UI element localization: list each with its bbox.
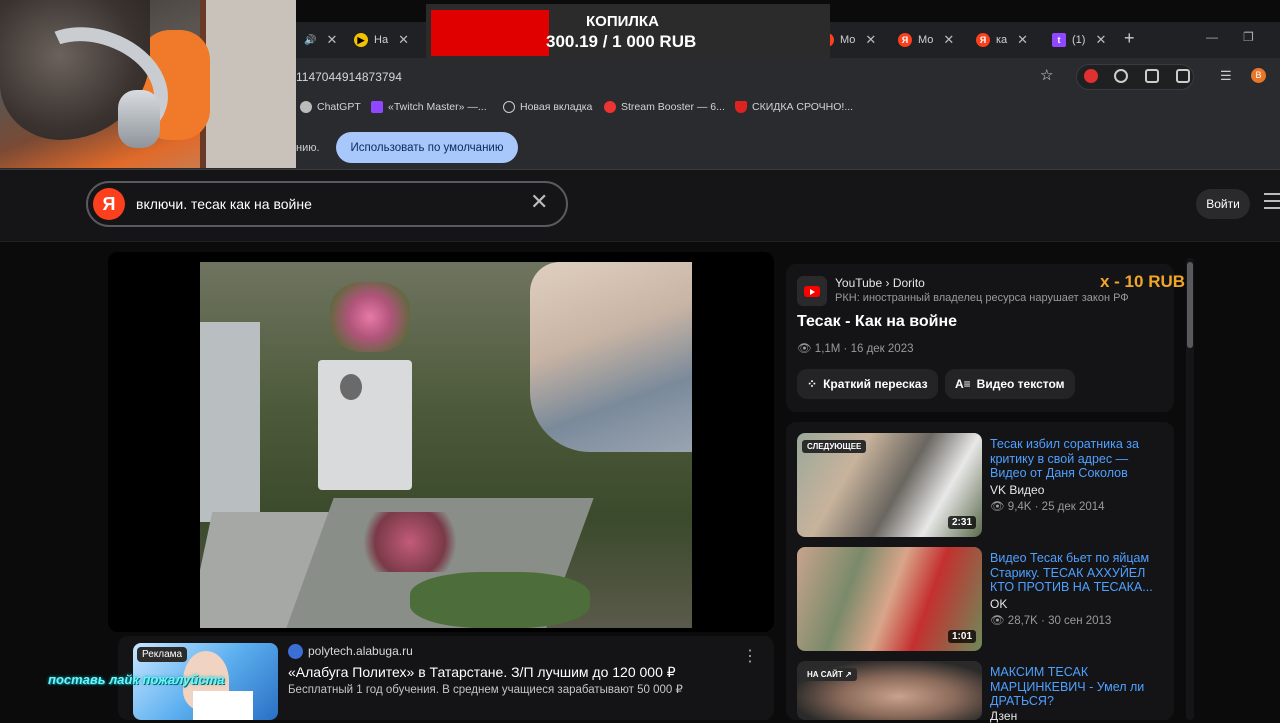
- close-icon[interactable]: ✕: [1095, 32, 1106, 48]
- extensions-puzzle-icon[interactable]: [1176, 69, 1190, 83]
- goal-progress-bar: [431, 10, 549, 56]
- bookmark-twitch-master[interactable]: «Twitch Master» —...: [371, 101, 487, 113]
- tab-label: Мо: [840, 34, 856, 46]
- video-frame[interactable]: [200, 262, 692, 628]
- close-icon[interactable]: ✕: [865, 32, 876, 48]
- yandex-icon: Я: [898, 33, 912, 47]
- more-options-icon[interactable]: ⋮: [742, 646, 758, 666]
- ad-domain[interactable]: polytech.alabuga.ru: [308, 644, 413, 658]
- video-meta: 👁 1,1M · 16 дек 2023: [797, 343, 914, 355]
- reading-list-icon[interactable]: ☰: [1220, 68, 1232, 84]
- profile-avatar[interactable]: B: [1251, 68, 1266, 83]
- related-meta: 👁 9,4K · 25 дек 2014: [990, 501, 1105, 513]
- set-default-button[interactable]: Использовать по умолчанию: [336, 132, 518, 163]
- headphone-cup: [118, 90, 160, 148]
- close-icon[interactable]: ✕: [326, 32, 337, 48]
- tab-audio[interactable]: 🔊 ✕: [298, 26, 343, 54]
- yandex-logo-icon[interactable]: Я: [93, 188, 125, 220]
- related-source: VK Видео: [990, 483, 1045, 497]
- tab-1[interactable]: ▶ На ✕: [348, 26, 415, 54]
- related-title[interactable]: Видео Тесак бьет по яйцам Старику. ТЕСАК…: [990, 551, 1160, 595]
- scene-headstone-left: [200, 322, 260, 522]
- youtube-icon: [797, 276, 827, 306]
- cam-door: [200, 0, 296, 168]
- webcam-overlay: [0, 0, 296, 168]
- tab-label: ка: [996, 34, 1008, 46]
- bookmark-new-tab[interactable]: Новая вкладка: [503, 101, 592, 113]
- duration-badge: 1:01: [948, 630, 977, 643]
- shield-icon: [735, 101, 747, 113]
- tab-6[interactable]: t (1) ✕: [1046, 26, 1112, 54]
- related-meta: 👁 28,7K · 30 сен 2013: [990, 615, 1112, 627]
- scene-grass: [410, 572, 590, 628]
- video-title[interactable]: Тесак - Как на войне: [797, 313, 957, 331]
- bookmark-discount[interactable]: СКИДКА СРОЧНО!...: [735, 101, 853, 113]
- tab-4[interactable]: Я Мо ✕: [892, 26, 960, 54]
- scene-person: [530, 262, 692, 452]
- ad-label: Реклама: [137, 647, 188, 662]
- bookmark-chatgpt[interactable]: ChatGPT: [300, 101, 361, 113]
- speaker-icon: 🔊: [304, 34, 317, 46]
- new-tab-button[interactable]: +: [1124, 28, 1135, 49]
- scene-portrait: [340, 374, 362, 400]
- goal-title: КОПИЛКА: [586, 13, 659, 30]
- related-title[interactable]: МАКСИМ ТЕСАК МАРЦИНКЕВИЧ - Умел ли ДРАТЬ…: [990, 665, 1160, 709]
- close-icon[interactable]: ✕: [398, 32, 409, 48]
- duration-badge: 2:31: [948, 516, 977, 529]
- tab-5[interactable]: Я ка ✕: [970, 26, 1034, 54]
- summary-chip[interactable]: ⁘ Краткий пересказ: [797, 369, 938, 399]
- close-icon[interactable]: ✕: [1017, 32, 1028, 48]
- site-icon: [288, 644, 303, 659]
- tab-label: На: [374, 34, 389, 46]
- clear-search-icon[interactable]: ✕: [530, 189, 548, 215]
- url-field[interactable]: 1147044914873794: [296, 70, 402, 84]
- play-icon: ▶: [354, 33, 368, 47]
- ad-shirt: [193, 691, 253, 720]
- scene-grave-flowers: [360, 512, 460, 572]
- next-badge: СЛЕДУЮЩЕЕ: [802, 440, 867, 453]
- login-button[interactable]: Войти: [1196, 189, 1250, 219]
- close-icon[interactable]: ✕: [943, 32, 954, 48]
- rkn-warning: РКН: иностранный владелец ресурса наруша…: [835, 292, 1129, 304]
- to-site-badge[interactable]: НА САЙТ ↗: [802, 668, 857, 681]
- chatgpt-icon: [300, 101, 312, 113]
- extension-edit-icon[interactable]: [1145, 69, 1159, 83]
- minimize-button[interactable]: —: [1206, 30, 1218, 44]
- tab-label: Мо: [918, 34, 934, 46]
- bookmark-stream-booster[interactable]: Stream Booster — 6...: [604, 101, 725, 113]
- views-icon: 👁: [990, 501, 1008, 513]
- infobar-text: нию.: [296, 142, 320, 154]
- like-request-text: поставь лайк пожалуйста: [48, 672, 225, 687]
- goal-amount: 300.19 / 1 000 RUB: [546, 32, 697, 51]
- extension-sync-icon[interactable]: [1114, 69, 1128, 83]
- ad-description: Бесплатный 1 год обучения. В среднем уча…: [288, 684, 683, 696]
- related-title[interactable]: Тесак избил соратника за критику в свой …: [990, 437, 1160, 481]
- views-icon: 👁: [990, 615, 1008, 627]
- summary-icon: ⁘: [807, 377, 818, 391]
- search-input[interactable]: включи. тесак как на войне: [136, 196, 312, 212]
- scrollbar-thumb[interactable]: [1187, 262, 1193, 348]
- scene-flowers: [330, 282, 410, 352]
- video-text-chip[interactable]: A≡ Видео текстом: [945, 369, 1075, 399]
- globe-icon: [503, 101, 515, 113]
- tab-label: (1): [1072, 34, 1086, 46]
- scene-headstone: [318, 360, 412, 490]
- related-source: OK: [990, 597, 1008, 611]
- twitch-icon: [371, 101, 383, 113]
- donation-rate-badge: x - 10 RUB: [1100, 272, 1186, 291]
- stream-booster-icon: [604, 101, 616, 113]
- text-icon: A≡: [955, 377, 971, 391]
- views-icon: 👁: [797, 343, 815, 355]
- bookmark-star-icon[interactable]: ☆: [1040, 66, 1053, 84]
- maximize-button[interactable]: ❐: [1243, 30, 1254, 44]
- related-source: Дзен: [990, 709, 1018, 723]
- extension-red-icon[interactable]: [1084, 69, 1098, 83]
- yandex-icon: Я: [976, 33, 990, 47]
- video-source[interactable]: YouTube › Dorito: [835, 276, 925, 290]
- ad-title[interactable]: «Алабуга Политех» в Татарстане. З/П лучш…: [288, 664, 676, 681]
- menu-icon[interactable]: [1264, 193, 1280, 214]
- twitch-icon: t: [1052, 33, 1066, 47]
